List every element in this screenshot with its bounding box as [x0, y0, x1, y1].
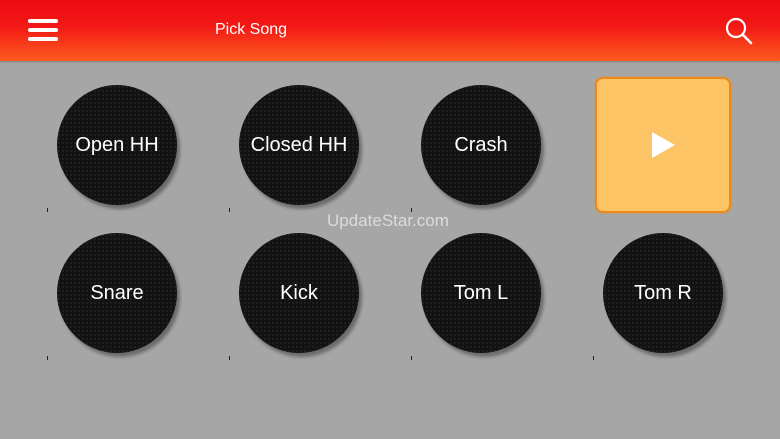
pad-label: Closed HH: [250, 134, 348, 156]
pad-label: Crash: [454, 134, 508, 156]
pad-label: Kick: [280, 282, 318, 304]
pad-tom-l[interactable]: Tom L: [421, 233, 541, 353]
play-button[interactable]: [595, 77, 731, 213]
hamburger-menu-icon-bar: [28, 28, 58, 32]
pick-song-title[interactable]: Pick Song: [215, 20, 287, 40]
pad-open-hh[interactable]: Open HH: [57, 85, 177, 205]
pad-label: Snare: [90, 282, 144, 304]
pad-corner-mark: [47, 356, 48, 360]
play-icon: [652, 132, 675, 158]
pad-kick[interactable]: Kick: [239, 233, 359, 353]
pad-closed-hh[interactable]: Closed HH: [239, 85, 359, 205]
menu-button[interactable]: [28, 18, 60, 42]
search-icon: [725, 17, 753, 45]
watermark-text: UpdateStar.com: [327, 211, 449, 230]
pad-corner-mark: [593, 356, 594, 360]
pad-snare[interactable]: Snare: [57, 233, 177, 353]
search-button[interactable]: [724, 16, 754, 46]
pad-label: Tom L: [453, 282, 509, 304]
pad-label: Tom R: [634, 282, 692, 304]
pad-corner-mark: [229, 356, 230, 360]
pad-crash[interactable]: Crash: [421, 85, 541, 205]
pad-corner-mark: [47, 208, 48, 212]
pad-tom-r[interactable]: Tom R: [603, 233, 723, 353]
pad-corner-mark: [411, 356, 412, 360]
hamburger-menu-icon: [28, 19, 58, 23]
pad-corner-mark: [229, 208, 230, 212]
app-header: Pick Song: [0, 0, 780, 61]
hamburger-menu-icon-bar: [28, 37, 58, 41]
pad-label: Open HH: [75, 134, 159, 156]
